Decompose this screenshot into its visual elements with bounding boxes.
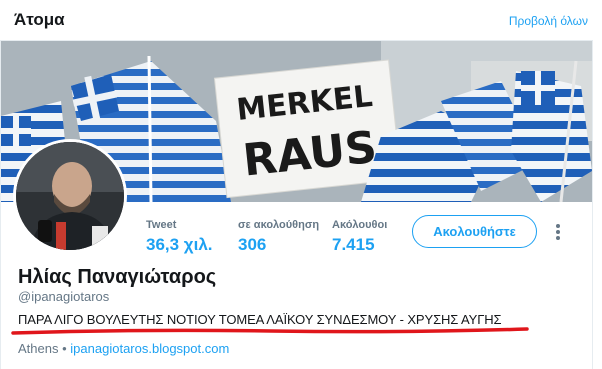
follow-button[interactable]: Ακολουθήστε [412,215,537,248]
section-title: Άτομα [14,10,65,29]
stat-label: Tweet [146,219,177,231]
stat-label: σε ακολούθηση [238,219,320,231]
stat-following[interactable]: σε ακολούθηση 306 [238,219,319,255]
people-section-header: Άτομα Προβολή όλων [0,0,602,40]
stat-tweets[interactable]: Tweet 36,3 χιλ. [146,219,213,255]
profile-card[interactable]: MERKEL RAUS Tweet 36,3 χιλ. σε ακολούθησ… [0,40,593,369]
profile-location: Athens [18,341,59,356]
profile-handle[interactable]: @ipanagiotaros [18,289,109,304]
stat-value: 36,3 χιλ. [146,235,213,254]
red-underline-annotation [11,327,529,335]
stat-label: Ακόλουθοι [332,219,388,231]
view-all-link[interactable]: Προβολή όλων [509,14,588,28]
stat-value: 7.415 [332,235,375,254]
more-vertical-icon[interactable] [554,224,562,242]
meta-separator: • [62,341,67,356]
profile-website-link[interactable]: ipanagiotaros.blogspot.com [70,341,229,356]
profile-name[interactable]: Ηλίας Παναγιώταρος [18,266,216,289]
profile-avatar[interactable] [13,139,127,253]
profile-meta: Athens • ipanagiotaros.blogspot.com [18,341,229,356]
avatar-image [16,142,124,250]
stat-value: 306 [238,235,267,254]
stat-followers[interactable]: Ακόλουθοι 7.415 [332,219,387,255]
